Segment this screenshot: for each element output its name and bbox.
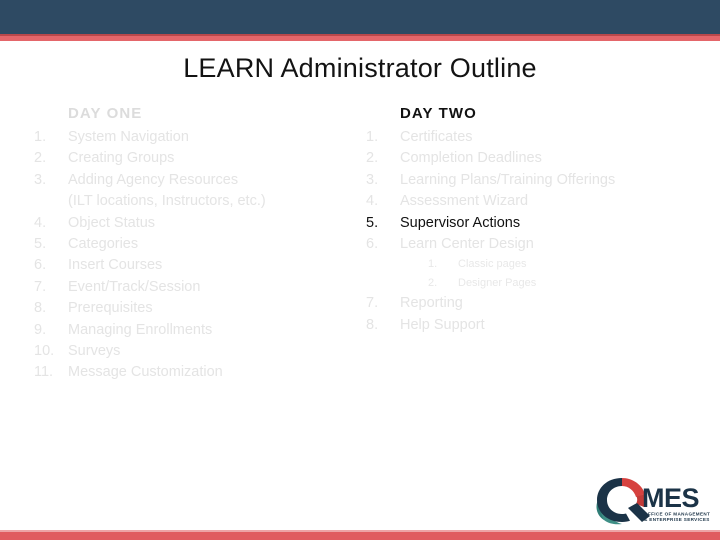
list-item-number: 2. — [34, 150, 47, 167]
list-item-number: 9. — [34, 321, 47, 338]
omes-logo: MES OFFICE OF MANAGEMENT & ENTERPRISE SE… — [592, 474, 712, 526]
list-item-label: Supervisor Actions — [400, 214, 521, 231]
list-item-label: Learn Center Design — [400, 236, 534, 253]
column-day-two: DAY TWO 1. Certificates 2. Completion Dead… — [366, 105, 696, 336]
logo-wordmark: MES — [642, 483, 699, 513]
list-item-number: 8. — [366, 316, 379, 333]
list-item: 9. Managing Enrollments — [34, 320, 364, 341]
list-item: 8. Prerequisites — [34, 298, 364, 319]
list-item-label: Managing Enrollments — [68, 321, 213, 338]
logo-tagline-line-2: & ENTERPRISE SERVICES — [644, 517, 710, 522]
list-item: 6. Learn Center Design 1. Classic pages 2.… — [366, 234, 696, 293]
list-item-label: Prerequisites — [68, 300, 153, 317]
sublist-item-number: 1. — [428, 258, 438, 271]
sublist-item-label: Classic pages — [458, 258, 527, 271]
list-item-label: Completion Deadlines — [400, 150, 542, 167]
list-item-number: 5. — [34, 236, 47, 253]
outline-columns: DAY ONE 1. System Navigation 2. Creating G… — [0, 105, 720, 405]
list-item-label: Learning Plans/Training Offerings — [400, 171, 616, 188]
list-item-number: 11. — [34, 364, 54, 381]
list-item-label: Insert Courses — [68, 257, 163, 274]
list-item: 3. Adding Agency Resources (ILT locations,… — [34, 170, 364, 213]
list-item: 2. Completion Deadlines — [366, 148, 696, 169]
outline-list-day-two: 1. Certificates 2. Completion Deadlines 3.… — [366, 127, 696, 336]
list-item-number: 4. — [366, 193, 379, 210]
list-item: 4. Object Status — [34, 213, 364, 234]
list-item: 10. Surveys — [34, 341, 364, 362]
list-item-label: Categories — [68, 236, 139, 253]
list-item: 4. Assessment Wizard — [366, 191, 696, 212]
outline-list-day-one: 1. System Navigation 2. Creating Groups 3.… — [34, 127, 364, 384]
sublist-item-label: Designer Pages — [458, 277, 537, 290]
list-item: 1. Certificates — [366, 127, 696, 148]
list-item-number: 3. — [366, 171, 379, 188]
list-item-label: Certificates — [400, 129, 473, 145]
list-item: 2. Creating Groups — [34, 148, 364, 169]
footer-accent-rule — [0, 532, 720, 540]
sublist-item-number: 2. — [428, 277, 438, 290]
list-item-label: Object Status — [68, 214, 156, 231]
list-item-label: System Navigation — [68, 129, 189, 145]
list-item-number: 6. — [366, 236, 379, 253]
list-item-number: 1. — [34, 129, 47, 145]
list-item-number: 5. — [366, 214, 379, 231]
list-item-label: Creating Groups — [68, 150, 175, 167]
list-item-number: 8. — [34, 300, 47, 317]
list-item-number: 3. — [34, 171, 47, 188]
list-item: 5. Categories — [34, 234, 364, 255]
column-heading-day-one: DAY ONE — [68, 105, 143, 122]
logo-tagline-line-1: OFFICE OF MANAGEMENT — [644, 512, 710, 517]
outline-sublist: 1. Classic pages 2. Designer Pages — [400, 255, 696, 293]
list-item-continuation: (ILT locations, Instructors, etc.) — [68, 193, 266, 210]
list-item: 8. Help Support — [366, 315, 696, 336]
list-item-label: Assessment Wizard — [400, 193, 529, 210]
list-item-label: Adding Agency Resources — [68, 171, 239, 188]
list-item-number: 6. — [34, 257, 47, 274]
sublist-item: 2. Designer Pages — [428, 274, 696, 293]
page-title: LEARN Administrator Outline — [183, 53, 537, 83]
header-bar — [0, 0, 720, 34]
list-item-number: 4. — [34, 214, 47, 231]
column-heading-day-two: DAY TWO — [400, 105, 477, 122]
list-item-label: Event/Track/Session — [68, 278, 201, 295]
list-item-number: 7. — [34, 278, 47, 295]
list-item-number: 10. — [34, 343, 55, 360]
omes-logo-graphic: MES OFFICE OF MANAGEMENT & ENTERPRISE SE… — [596, 478, 710, 525]
list-item-highlighted: 5. Supervisor Actions — [366, 213, 696, 234]
list-item: 11. Message Customization — [34, 362, 364, 383]
list-item-number: 1. — [366, 129, 379, 145]
list-item: 6. Insert Courses — [34, 255, 364, 276]
list-item-label: Message Customization — [68, 364, 223, 381]
sublist-item: 1. Classic pages — [428, 255, 696, 274]
list-item: 3. Learning Plans/Training Offerings — [366, 170, 696, 191]
list-item-label: Reporting — [400, 295, 463, 312]
header-accent-rule — [0, 36, 720, 41]
list-item: 1. System Navigation — [34, 127, 364, 148]
list-item-label: Help Support — [400, 316, 485, 333]
list-item-number: 2. — [366, 150, 379, 167]
list-item-number: 7. — [366, 295, 379, 312]
list-item-label: Surveys — [68, 343, 121, 360]
list-item: 7. Event/Track/Session — [34, 277, 364, 298]
list-item: 7. Reporting — [366, 293, 696, 314]
column-day-one: DAY ONE 1. System Navigation 2. Creating G… — [34, 105, 364, 384]
